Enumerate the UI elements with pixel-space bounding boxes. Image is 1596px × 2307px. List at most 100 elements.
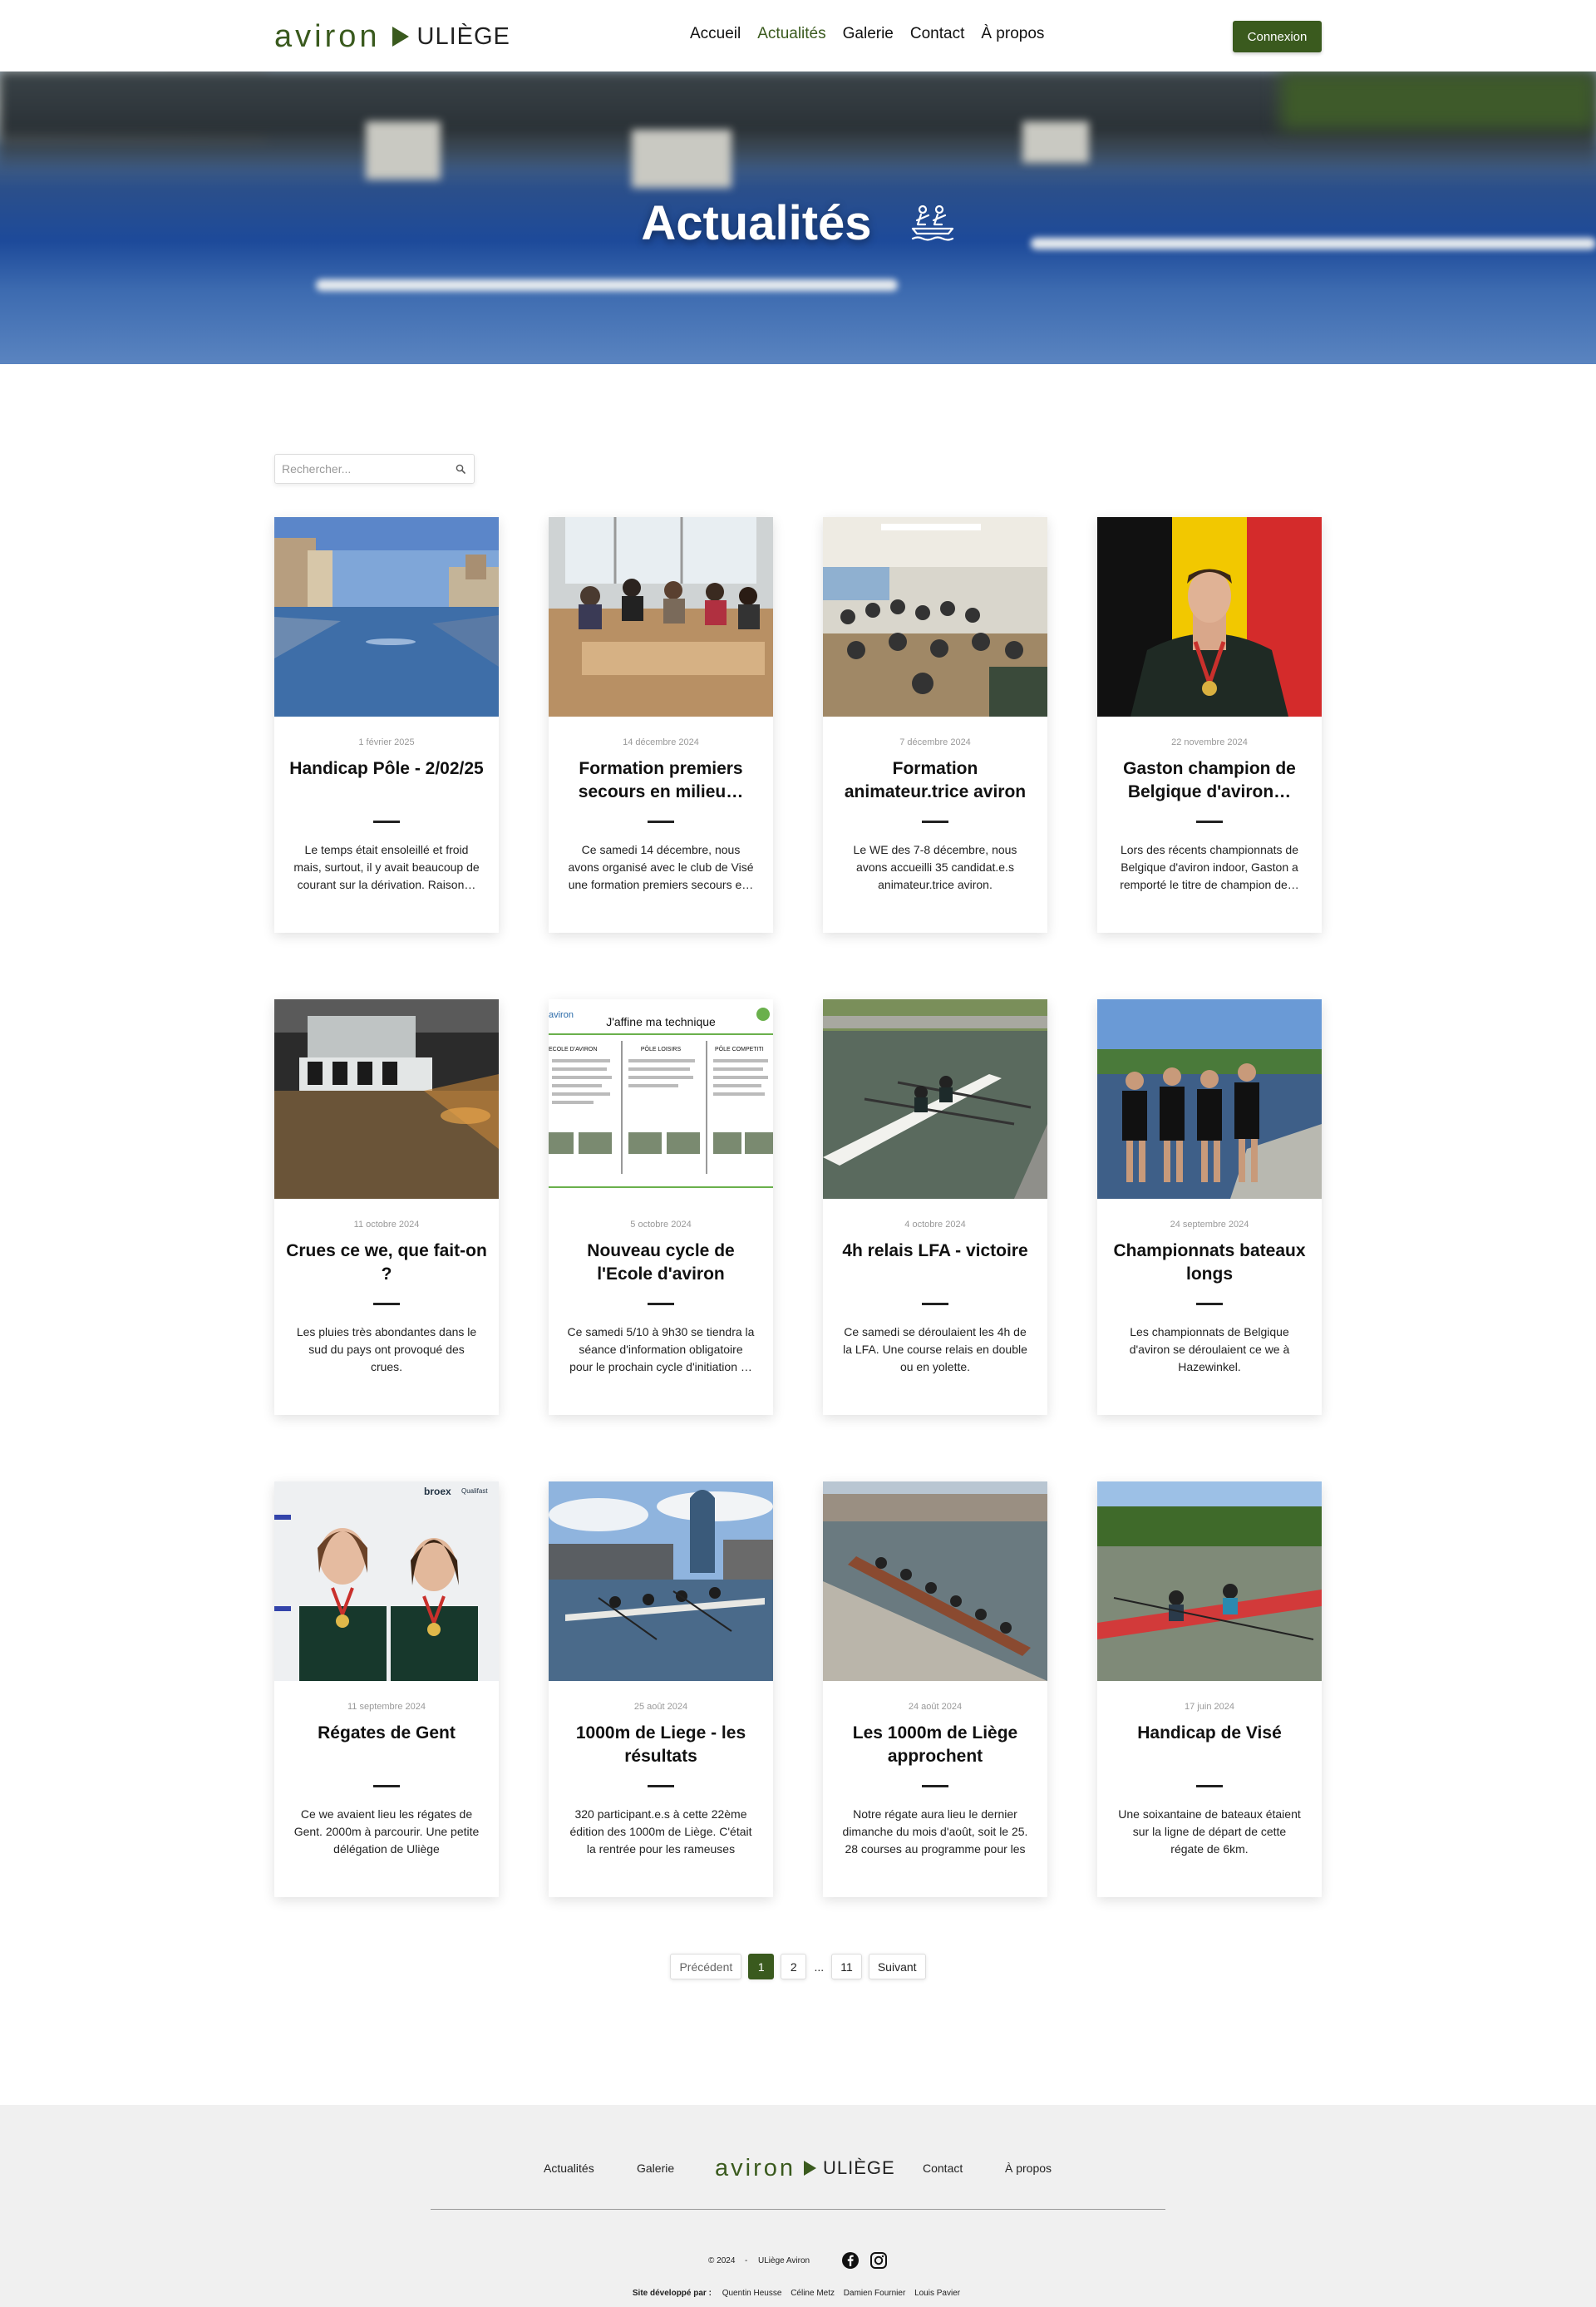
pagination-ellipsis: ... [814, 1959, 825, 1974]
search-box [274, 454, 475, 484]
article-image[interactable] [274, 999, 499, 1199]
facebook-icon[interactable] [841, 2251, 860, 2270]
article-date: 5 octobre 2024 [630, 1220, 692, 1230]
hero-boat [316, 279, 898, 291]
article-image[interactable] [549, 517, 773, 717]
article-image[interactable] [549, 1481, 773, 1681]
article-title[interactable]: Championnats bateaux longs [1107, 1240, 1312, 1286]
article-card[interactable]: 24 septembre 2024 Championnats bateaux l… [1097, 999, 1322, 1415]
developer-name: Louis Pavier [914, 2289, 961, 2298]
article-title[interactable]: Formation animateur.trice aviron [833, 757, 1037, 804]
nav-actualites[interactable]: Actualités [757, 25, 825, 43]
article-title[interactable]: Régates de Gent [284, 1722, 489, 1768]
article-card[interactable]: 11 octobre 2024 Crues ce we, que fait-on… [274, 999, 499, 1415]
site-footer: Actualités Galerie aviron ULIÈGE Contact… [0, 2105, 1596, 2307]
article-card[interactable]: 25 août 2024 1000m de Liege - les résult… [549, 1481, 773, 1897]
developer-name: Damien Fournier [843, 2289, 906, 2298]
article-card[interactable]: 17 juin 2024 Handicap de Visé Une soixan… [1097, 1481, 1322, 1897]
article-title[interactable]: Handicap de Visé [1107, 1722, 1312, 1768]
pagination-next[interactable]: Suivant [868, 1954, 926, 1979]
title-divider [922, 821, 948, 823]
article-date: 25 août 2024 [633, 1702, 688, 1712]
title-divider [373, 1785, 400, 1787]
footer-link-galerie[interactable]: Galerie [637, 2162, 674, 2175]
article-card[interactable]: 1 février 2025 Handicap Pôle - 2/02/25 L… [274, 517, 499, 933]
rowing-boat-icon [911, 205, 953, 241]
article-title[interactable]: Crues ce we, que fait-on ? [284, 1240, 489, 1286]
hero-banner: Actualités [0, 71, 1596, 364]
article-card[interactable]: broex Qualifast 11 septembre 2024 Régate… [274, 1481, 499, 1897]
footer-logo[interactable]: aviron ULIÈGE [715, 2153, 895, 2183]
double-scull-photo [823, 999, 1047, 1199]
article-title[interactable]: 4h relais LFA - victoire [833, 1240, 1037, 1286]
article-card[interactable]: aviron J'affine ma technique ECOLE D'AVI… [549, 999, 773, 1415]
article-excerpt: Une soixantaine de bateaux étaient sur l… [1118, 1807, 1301, 1856]
article-title[interactable]: Nouveau cycle de l'Ecole d'aviron [559, 1240, 763, 1286]
article-image[interactable]: aviron J'affine ma technique ECOLE D'AVI… [549, 999, 773, 1199]
article-card[interactable]: 22 novembre 2024 Gaston champion de Belg… [1097, 517, 1322, 933]
article-excerpt: Les pluies très abondantes dans le sud d… [296, 1325, 477, 1373]
article-date: 4 octobre 2024 [904, 1220, 966, 1230]
poster-heading: J'affine ma technique [606, 1015, 716, 1028]
title-divider [648, 1303, 674, 1305]
footer-nav: Actualités Galerie aviron ULIÈGE Contact… [0, 2152, 1596, 2185]
footer-link-actualites[interactable]: Actualités [544, 2162, 594, 2175]
footer-copyright: © 2024 [708, 2256, 736, 2265]
footer-link-a-propos[interactable]: À propos [1005, 2162, 1052, 2175]
article-card[interactable]: 14 décembre 2024 Formation premiers seco… [549, 517, 773, 933]
article-date: 7 décembre 2024 [899, 737, 971, 747]
article-date: 24 août 2024 [908, 1702, 963, 1712]
article-image[interactable] [1097, 999, 1322, 1199]
team-dock-photo [1097, 999, 1322, 1199]
article-date: 1 février 2025 [358, 737, 415, 747]
title-divider [1196, 821, 1223, 823]
title-divider [648, 1785, 674, 1787]
developer-name: Céline Metz [791, 2289, 835, 2298]
instagram-icon[interactable] [869, 2251, 888, 2270]
pagination-previous[interactable]: Précédent [670, 1954, 742, 1979]
article-card[interactable]: 4 octobre 2024 4h relais LFA - victoire … [823, 999, 1047, 1415]
hero-pier [632, 130, 732, 188]
article-excerpt: Lors des récents championnats de Belgiqu… [1120, 843, 1299, 891]
article-title[interactable]: Gaston champion de Belgique d'aviron… [1107, 757, 1312, 804]
title-divider [1196, 1785, 1223, 1787]
poster-column-title: PÔLE COMPETITI [715, 1045, 764, 1052]
article-image[interactable] [1097, 517, 1322, 717]
article-image[interactable] [823, 999, 1047, 1199]
article-title[interactable]: Les 1000m de Liège approchent [833, 1722, 1037, 1768]
title-divider [922, 1785, 948, 1787]
article-title[interactable]: 1000m de Liege - les résultats [559, 1722, 763, 1768]
nav-accueil[interactable]: Accueil [690, 25, 741, 43]
article-excerpt: Ce samedi 5/10 à 9h30 se tiendra la séan… [567, 1325, 755, 1373]
logo-arrow-icon [392, 27, 409, 47]
race-quad-photo [549, 1481, 773, 1681]
search-input[interactable] [275, 455, 441, 483]
article-image[interactable] [823, 1481, 1047, 1681]
article-card[interactable]: 24 août 2024 Les 1000m de Liège approche… [823, 1481, 1047, 1897]
login-button[interactable]: Connexion [1233, 21, 1322, 52]
site-logo[interactable]: aviron ULIÈGE [274, 18, 510, 55]
pagination-page-2[interactable]: 2 [781, 1954, 807, 1979]
article-card[interactable]: 7 décembre 2024 Formation animateur.tric… [823, 517, 1047, 933]
river-city-photo [274, 517, 499, 717]
nav-a-propos[interactable]: À propos [981, 25, 1044, 43]
logo-aviron-text: aviron [274, 18, 381, 54]
article-excerpt: Ce samedi 14 décembre, nous avons organi… [568, 843, 754, 891]
footer-link-contact[interactable]: Contact [923, 2162, 963, 2175]
nav-galerie[interactable]: Galerie [843, 25, 894, 43]
search-icon[interactable] [456, 464, 466, 474]
article-image[interactable] [1097, 1481, 1322, 1681]
article-date: 22 novembre 2024 [1171, 737, 1248, 747]
pagination-page-1[interactable]: 1 [748, 1954, 775, 1979]
article-title[interactable]: Formation premiers secours en milieu… [559, 757, 763, 804]
nav-contact[interactable]: Contact [910, 25, 964, 43]
article-image[interactable] [823, 517, 1047, 717]
article-date: 11 septembre 2024 [347, 1702, 426, 1712]
article-image[interactable]: broex Qualifast [274, 1481, 499, 1681]
article-title[interactable]: Handicap Pôle - 2/02/25 [284, 757, 489, 804]
article-excerpt: Le temps était ensoleillé et froid mais,… [293, 843, 480, 891]
banner-brand: broex [424, 1486, 451, 1497]
article-image[interactable] [274, 517, 499, 717]
pagination-page-last[interactable]: 11 [831, 1954, 862, 1979]
classroom-photo [549, 517, 773, 717]
